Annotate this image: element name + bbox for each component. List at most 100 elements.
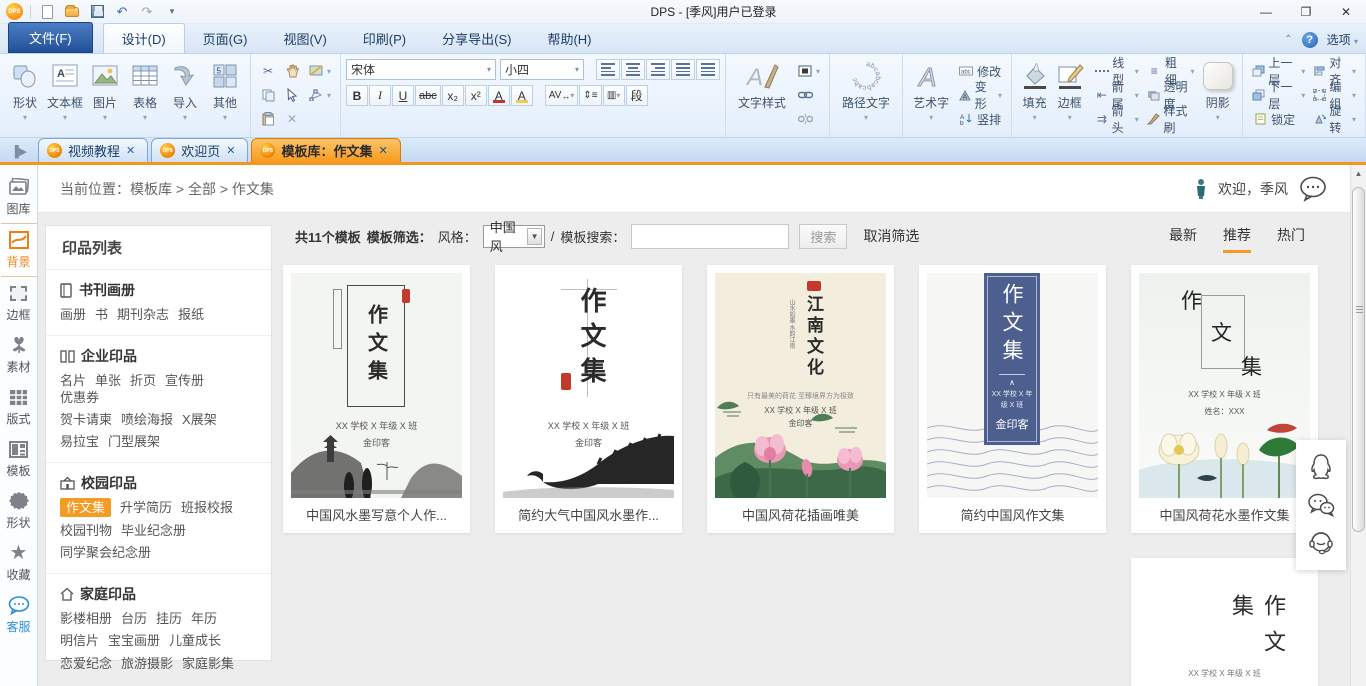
- panel-link[interactable]: 贺卡请柬: [60, 412, 112, 427]
- panel-link[interactable]: 易拉宝: [60, 434, 99, 449]
- panel-link[interactable]: 恋爱纪念: [60, 656, 112, 671]
- wordart-transform-button[interactable]: A变形▾: [956, 85, 1004, 105]
- template-card[interactable]: 作文集 ∧ XX 学校 X 年级 X 班 金印客 简约中国风作文集: [919, 265, 1106, 533]
- panel-link[interactable]: 毕业纪念册: [121, 523, 186, 538]
- align-right-button[interactable]: [646, 59, 670, 80]
- rail-item-template[interactable]: 模板: [1, 433, 37, 485]
- close-tab-icon[interactable]: ✕: [226, 144, 235, 157]
- rail-item-gallery[interactable]: 图库: [1, 171, 37, 223]
- template-card[interactable]: 江南文化 山水如墨 水韵江南 只有最美的荷花 至臻境界方为极致 XX 学校 X …: [707, 265, 894, 533]
- rail-item-background[interactable]: 背景: [1, 223, 37, 277]
- feedback-bubble-icon[interactable]: [1298, 176, 1328, 202]
- shadow-button[interactable]: 阴影▾: [1199, 59, 1238, 122]
- justify-button[interactable]: [671, 59, 695, 80]
- subscript-button[interactable]: x₂: [442, 85, 464, 106]
- distribute-button[interactable]: [696, 59, 720, 80]
- menu-view[interactable]: 视图(V): [265, 24, 344, 53]
- break-link-button[interactable]: [795, 109, 822, 129]
- send-backward-button[interactable]: 下一层▾: [1250, 85, 1307, 105]
- font-size-select[interactable]: 小四▾: [500, 59, 584, 80]
- template-card-partial[interactable]: 作文集 XX 学校 X 年级 X 班: [1131, 558, 1318, 686]
- template-card[interactable]: 作 文 集 XX 学校 X 年级 X 班 姓名：XXX: [1131, 265, 1318, 533]
- superscript-button[interactable]: x²: [465, 85, 487, 106]
- panel-link[interactable]: 挂历: [156, 611, 182, 626]
- paragraph-button[interactable]: 段: [626, 85, 648, 106]
- sort-recommended[interactable]: 推荐: [1223, 225, 1251, 253]
- panel-link[interactable]: 校园刊物: [60, 523, 112, 538]
- insert-image-button[interactable]: 图片▾: [85, 59, 125, 122]
- wordart-button[interactable]: A 艺术字▾: [908, 59, 954, 122]
- scroll-up-arrow[interactable]: ▲: [1351, 165, 1366, 182]
- delete-button[interactable]: ✕: [282, 109, 302, 129]
- template-search-input[interactable]: [631, 224, 789, 249]
- arrow-head-button[interactable]: ⇉箭头▾: [1093, 109, 1140, 129]
- panel-link[interactable]: 画册: [60, 307, 86, 322]
- qq-contact-icon[interactable]: [1307, 453, 1335, 481]
- panel-link[interactable]: X展架: [182, 412, 217, 427]
- highlight-color-button[interactable]: A: [511, 85, 533, 106]
- template-card[interactable]: 作文集 XX 学校 X 年级 X 班 金印客 中国风: [283, 265, 470, 533]
- pan-tool-button[interactable]: [282, 61, 302, 81]
- rail-item-favorites[interactable]: ★ 收藏: [1, 537, 37, 589]
- collapse-ribbon-icon[interactable]: ⌃: [1284, 34, 1292, 45]
- panel-link[interactable]: 单张: [95, 373, 121, 388]
- panel-link[interactable]: 优惠券: [60, 390, 99, 405]
- insert-table-button[interactable]: 表格▾: [125, 59, 165, 122]
- rotate-button[interactable]: 旋转▾: [1311, 109, 1358, 129]
- panel-link[interactable]: 门型展架: [108, 434, 160, 449]
- panel-link[interactable]: 台历: [121, 611, 147, 626]
- panel-link[interactable]: 同学聚会纪念册: [60, 545, 151, 560]
- menu-print[interactable]: 印刷(P): [345, 24, 424, 53]
- insert-textbox-button[interactable]: A 文本框▾: [45, 59, 85, 122]
- copy-button[interactable]: [258, 85, 278, 105]
- align-left-button[interactable]: [596, 59, 620, 80]
- close-button[interactable]: ✕: [1326, 1, 1366, 23]
- panel-link[interactable]: 折页: [130, 373, 156, 388]
- options-button[interactable]: 选项 ▾: [1327, 31, 1358, 48]
- sort-popular[interactable]: 热门: [1277, 225, 1305, 253]
- tab-template-library[interactable]: DPS 模板库：作文集 ✕: [251, 138, 400, 162]
- panel-expand-icon[interactable]: ▐▶: [0, 145, 38, 162]
- template-card[interactable]: 作文集 XX 学校 X 年级 X 班 金印客 简约大气中国风水墨作...: [495, 265, 682, 533]
- columns-button[interactable]: ▥▾: [603, 85, 625, 106]
- panel-link[interactable]: 期刊杂志: [117, 307, 169, 322]
- line-spacing-button[interactable]: ⇕≡: [579, 85, 601, 106]
- fill-button[interactable]: 填充▾: [1017, 59, 1052, 122]
- panel-link[interactable]: 班报校报: [181, 500, 233, 515]
- panel-link[interactable]: 宣传册: [165, 373, 204, 388]
- sort-newest[interactable]: 最新: [1169, 225, 1197, 253]
- undo-button[interactable]: ↶: [113, 4, 131, 20]
- help-icon[interactable]: ?: [1302, 32, 1318, 48]
- vertical-scrollbar[interactable]: ▲: [1350, 165, 1366, 686]
- open-file-button[interactable]: [63, 4, 81, 20]
- menu-share-export[interactable]: 分享导出(S): [424, 24, 529, 53]
- select-tool-button[interactable]: [282, 85, 302, 105]
- style-select[interactable]: 中国风▼: [483, 225, 545, 248]
- panel-link-composition-active[interactable]: 作文集: [60, 498, 111, 517]
- close-tab-icon[interactable]: ✕: [378, 144, 387, 157]
- cancel-filter-button[interactable]: 取消筛选: [863, 226, 919, 246]
- font-family-select[interactable]: 宋体▾: [346, 59, 496, 80]
- new-document-button[interactable]: [38, 4, 56, 20]
- rail-item-layout[interactable]: 版式: [1, 381, 37, 433]
- close-tab-icon[interactable]: ✕: [126, 144, 135, 157]
- style-brush-button[interactable]: 样式刷: [1145, 109, 1197, 129]
- panel-link[interactable]: 年历: [191, 611, 217, 626]
- underline-button[interactable]: U: [392, 85, 414, 106]
- panel-link[interactable]: 明信片: [60, 633, 99, 648]
- search-button[interactable]: 搜索: [799, 224, 847, 249]
- redo-button[interactable]: ↷: [138, 4, 156, 20]
- panel-link[interactable]: 儿童成长: [169, 633, 221, 648]
- align-center-button[interactable]: [621, 59, 645, 80]
- char-spacing-button[interactable]: AV↔▾: [545, 85, 579, 106]
- text-style-button[interactable]: A 文字样式: [731, 59, 793, 111]
- crop-image-button[interactable]: ▾: [306, 61, 333, 81]
- save-button[interactable]: [88, 4, 106, 20]
- rail-item-shape[interactable]: 形状: [1, 485, 37, 537]
- text-wrap-button[interactable]: ▾: [795, 61, 822, 81]
- restore-button[interactable]: ❐: [1286, 1, 1326, 23]
- insert-other-button[interactable]: 5 其他▾: [205, 59, 245, 122]
- lock-button[interactable]: 锁定: [1250, 109, 1307, 129]
- tab-video-tutorial[interactable]: DPS 视频教程 ✕: [38, 138, 148, 162]
- cut-button[interactable]: ✂: [258, 61, 278, 81]
